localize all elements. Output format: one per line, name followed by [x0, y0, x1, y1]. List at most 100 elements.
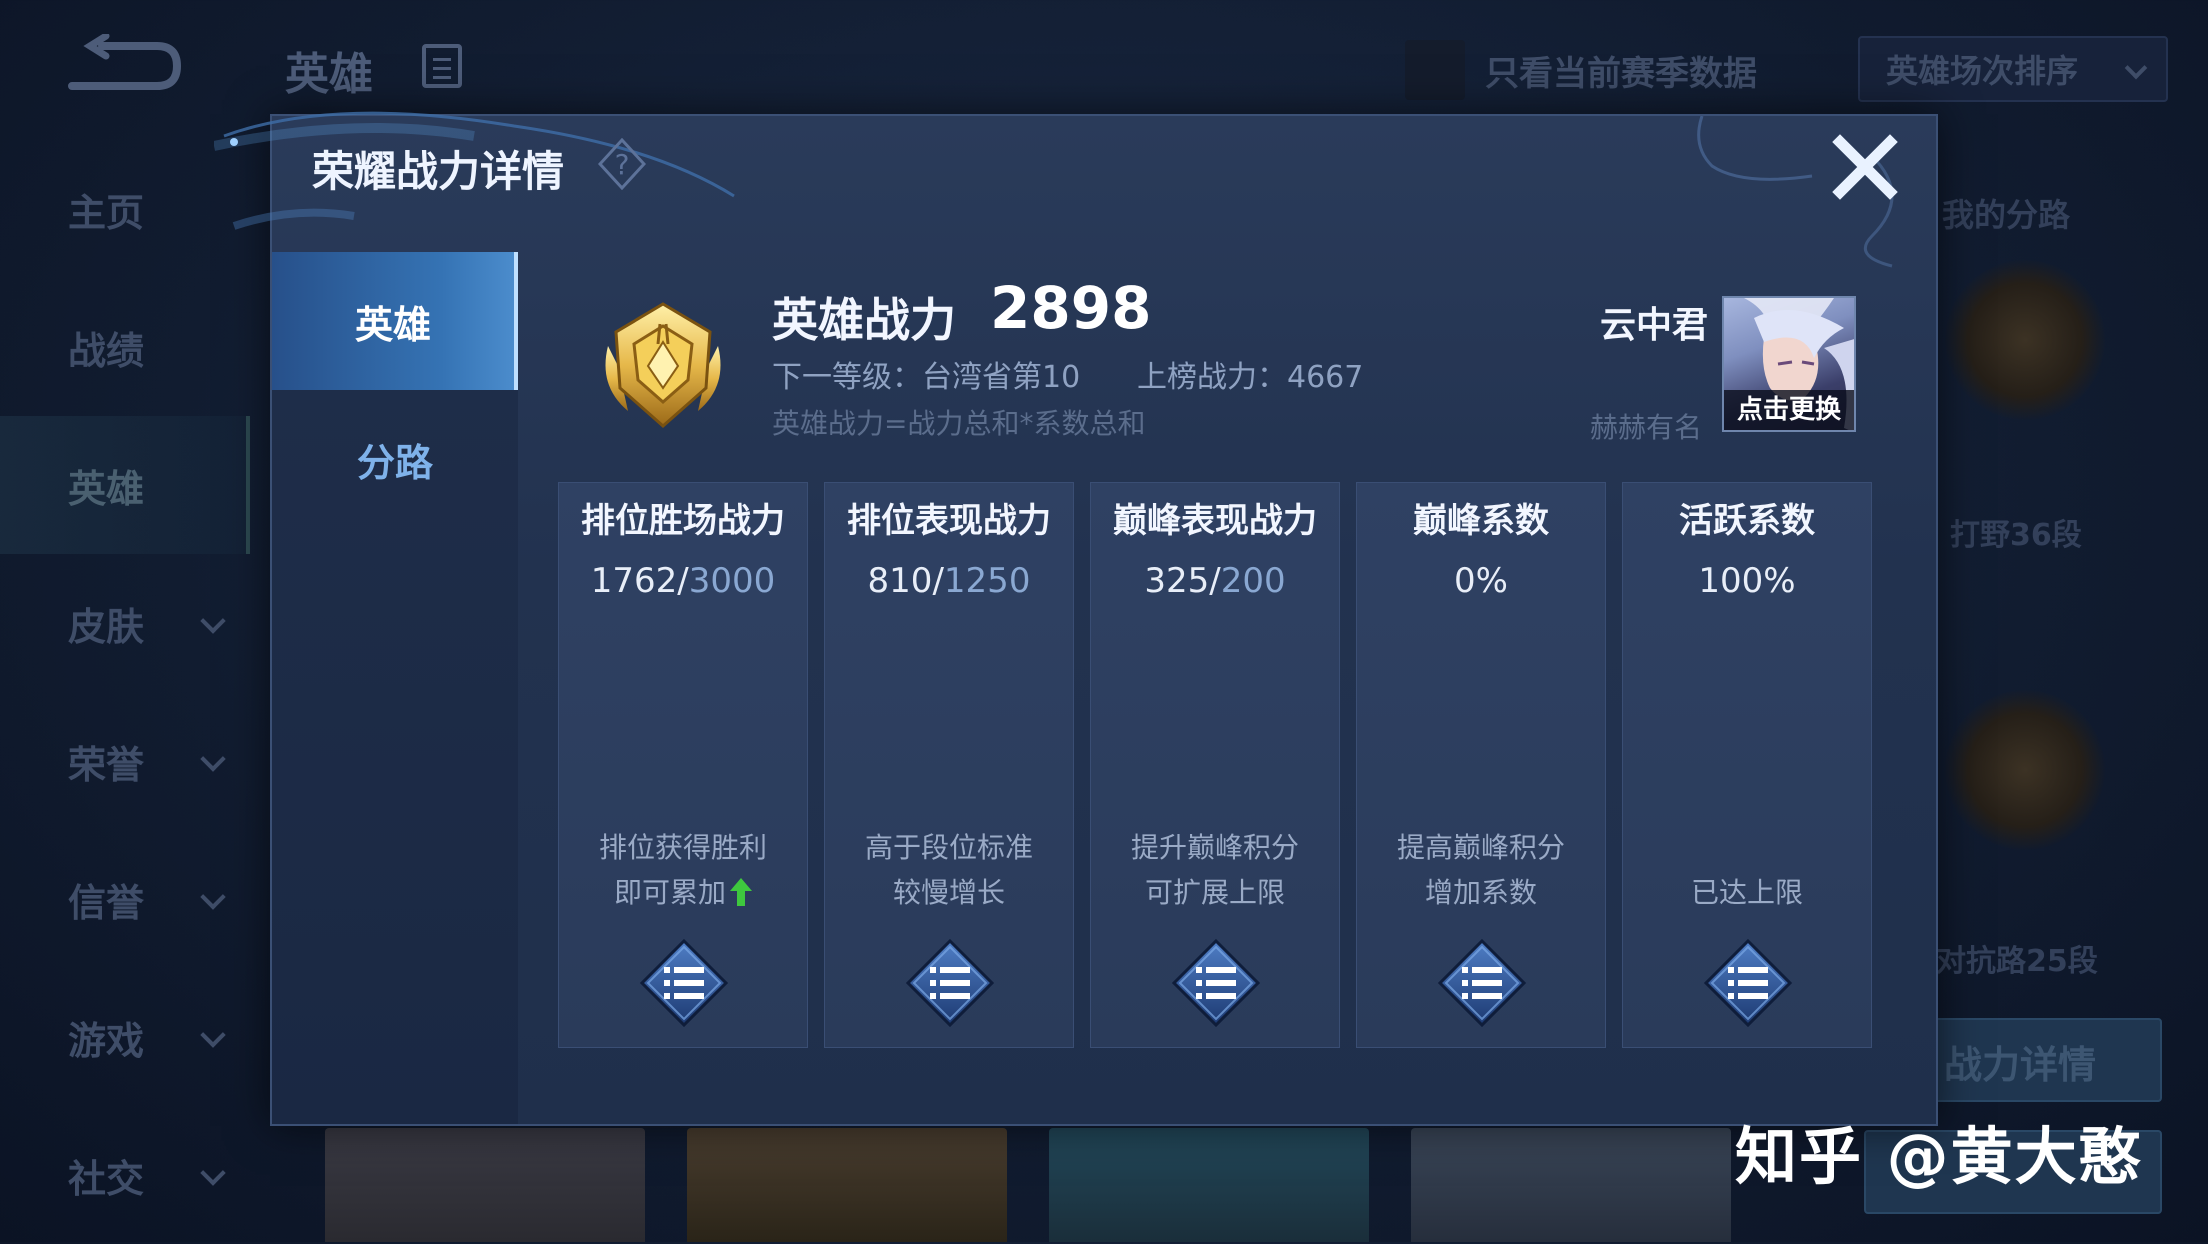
sidebar-item-game[interactable]: 游戏	[0, 968, 250, 1106]
stat-card: 巅峰系数 0% 提高巅峰积分 增加系数	[1356, 482, 1606, 1048]
hero-portrait[interactable]	[1049, 1128, 1369, 1242]
list-icon[interactable]	[1170, 937, 1262, 1029]
sidebar-item-record[interactable]: 战绩	[0, 278, 250, 416]
rank-power-text: 上榜战力：4667	[1137, 360, 1364, 395]
power-formula-text: 英雄战力=战力总和*系数总和	[772, 407, 1146, 440]
sidebar-item-honor[interactable]: 荣誉	[0, 692, 250, 830]
stat-card: 活跃系数 100% 已达上限	[1622, 482, 1872, 1048]
modal-tab-bar: 英雄 分路	[272, 252, 518, 1124]
svg-text:?: ?	[615, 148, 630, 181]
next-level-text: 下一等级：台湾省第10	[772, 360, 1081, 395]
list-icon[interactable]	[422, 44, 462, 88]
stat-value: 810/1250	[825, 561, 1073, 601]
hero-name: 云中君	[1600, 305, 1709, 346]
stat-description-line: 即可累加	[559, 870, 807, 915]
sidebar-item-credit[interactable]: 信誉	[0, 830, 250, 968]
hero-portrait[interactable]	[1411, 1128, 1731, 1242]
chevron-down-icon	[2124, 56, 2148, 80]
hero-power-label: 英雄战力	[772, 293, 956, 347]
stat-description-line	[1623, 825, 1871, 870]
back-arrow-icon[interactable]	[62, 34, 182, 94]
lane-label: 对抗路25段	[1936, 944, 2098, 979]
stat-description-line: 提高巅峰积分	[1396, 831, 1565, 864]
hero-portrait-strip	[325, 1128, 1925, 1242]
list-icon[interactable]	[1436, 937, 1528, 1029]
sidebar-item-home[interactable]: 主页	[0, 140, 250, 278]
chevron-down-icon	[200, 1160, 226, 1186]
close-icon[interactable]	[1830, 132, 1900, 202]
sidebar-item-skin[interactable]: 皮肤	[0, 554, 250, 692]
stat-value-separator: /	[677, 561, 689, 601]
stat-title: 排位表现战力	[847, 501, 1051, 541]
stat-value-separator: /	[1209, 561, 1221, 601]
stat-current-value: 810	[867, 561, 933, 601]
question-icon[interactable]: ?	[598, 138, 646, 190]
sort-dropdown[interactable]: 英雄场次排序	[1858, 36, 2168, 102]
hero-power-value: 2898	[990, 274, 1152, 342]
stat-description-text: 已达上限	[1690, 876, 1803, 909]
stat-title: 巅峰系数	[1413, 501, 1549, 541]
stat-cards: 排位胜场战力 1762/3000 排位获得胜利 即可累加 排位表现战力 810/1250 高…	[558, 482, 1892, 1048]
sidebar-item-social[interactable]: 社交	[0, 1106, 250, 1244]
stat-description: 提升巅峰积分 可扩展上限	[1091, 825, 1339, 915]
stat-description-line: 排位获得胜利	[598, 831, 767, 864]
stat-description-line: 提升巅峰积分	[1130, 831, 1299, 864]
modal-title: 荣耀战力详情	[312, 147, 565, 196]
sidebar: 主页 战绩 英雄 皮肤 荣誉 信誉 游戏 社交	[0, 140, 250, 1244]
stat-description-line: 已达上限	[1623, 870, 1871, 915]
watermark: 知乎 @黄大憨	[1735, 1120, 2143, 1193]
stat-max-value: 200	[1220, 561, 1286, 601]
lane-emblem	[1945, 690, 2105, 850]
stat-title: 排位胜场战力	[581, 501, 785, 541]
stat-value-separator: /	[932, 561, 944, 601]
stat-description-text: 即可累加	[613, 876, 726, 909]
stat-description: 已达上限	[1623, 825, 1871, 915]
season-filter-checkbox[interactable]	[1405, 40, 1465, 100]
hero-rank-title: 赫赫有名	[1590, 411, 1703, 444]
stat-description-line: 高于段位标准	[864, 831, 1033, 864]
stat-description: 高于段位标准 较慢增长	[825, 825, 1073, 915]
stat-description: 提高巅峰积分 增加系数	[1357, 825, 1605, 915]
stat-description-line: 可扩展上限	[1091, 870, 1339, 915]
sidebar-item-hero[interactable]: 英雄	[0, 416, 250, 554]
stat-description: 排位获得胜利即可累加	[559, 825, 807, 915]
stat-value: 1762/3000	[559, 561, 807, 601]
my-lanes-label: 我的分路	[1942, 196, 2071, 234]
stat-card: 排位表现战力 810/1250 高于段位标准 较慢增长	[824, 482, 1074, 1048]
stat-current-value: 1762	[590, 561, 678, 601]
hero-avatar[interactable]: 点击更换	[1722, 296, 1856, 432]
green-up-arrow-icon	[730, 878, 752, 906]
stat-current-value: 0%	[1454, 561, 1508, 601]
list-icon[interactable]	[904, 937, 996, 1029]
lane-label: 打野36段	[1950, 518, 2082, 553]
hero-portrait[interactable]	[325, 1128, 645, 1242]
stat-current-value: 100%	[1698, 561, 1796, 601]
lane-emblem	[1945, 260, 2105, 420]
stat-description-text: 增加系数	[1424, 876, 1537, 909]
page-title: 英雄	[285, 49, 373, 100]
list-icon[interactable]	[1702, 937, 1794, 1029]
change-hero-label: 点击更换	[1724, 390, 1854, 430]
gold-shield-badge-icon	[605, 302, 721, 429]
tab-hero[interactable]: 英雄	[272, 252, 518, 390]
power-detail-button[interactable]: 战力详情	[1932, 1018, 2162, 1102]
stat-max-value: 1250	[943, 561, 1031, 601]
stat-value: 0%	[1357, 561, 1605, 601]
chevron-down-icon	[200, 746, 226, 772]
chevron-down-icon	[200, 1022, 226, 1048]
stat-description-line: 较慢增长	[825, 870, 1073, 915]
stat-value: 325/200	[1091, 561, 1339, 601]
tab-lane[interactable]: 分路	[272, 390, 518, 528]
stat-card: 排位胜场战力 1762/3000 排位获得胜利即可累加	[558, 482, 808, 1048]
hero-portrait[interactable]	[687, 1128, 1007, 1242]
stat-description-text: 可扩展上限	[1144, 876, 1285, 909]
stat-title: 活跃系数	[1679, 501, 1815, 541]
chevron-down-icon	[200, 884, 226, 910]
stat-max-value: 3000	[688, 561, 776, 601]
list-icon[interactable]	[638, 937, 730, 1029]
stat-current-value: 325	[1144, 561, 1210, 601]
season-filter-label: 只看当前赛季数据	[1485, 54, 1757, 94]
chevron-down-icon	[200, 608, 226, 634]
stat-description-text: 较慢增长	[892, 876, 1005, 909]
stat-card: 巅峰表现战力 325/200 提升巅峰积分 可扩展上限	[1090, 482, 1340, 1048]
